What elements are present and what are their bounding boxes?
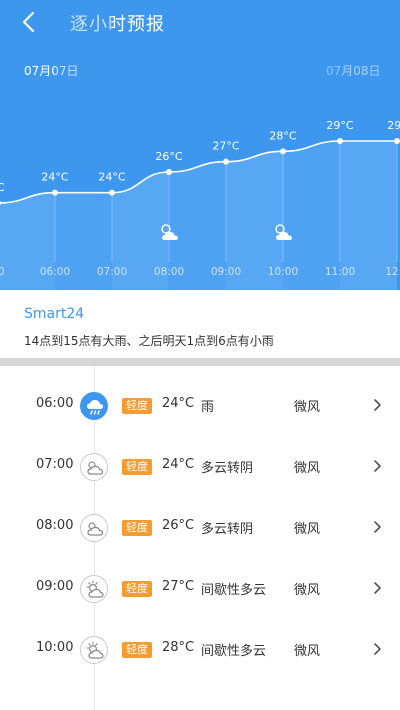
row-temperature: 24°C [162,396,195,411]
hourly-list: 06:00 轻度 24°C 雨 微风 07:00 轻度 24°C 多云转阴 微风 [0,366,400,710]
x-tick-label: 11:00 [325,266,355,278]
aqi-badge: 轻度 [122,520,152,536]
partly-cloudy-icon [80,575,108,603]
chevron-right-icon [374,399,381,411]
data-label: 26°C [155,150,182,163]
row-wind: 微风 [294,522,321,537]
smart24-summary: Smart24 14点到15点有大雨、之后明天1点到6点有小雨 [0,290,400,358]
row-temperature: 26°C [162,518,195,533]
chart-band [55,0,112,290]
hourly-chart-panel: 逐小时预报 07月07日 07月08日 °C0024°C06:0024°C07:… [0,0,400,290]
data-label: 29° [387,119,400,132]
rain-icon [80,392,108,420]
row-time: 06:00 [36,396,74,411]
data-point [52,189,58,196]
data-point [109,189,115,196]
cloudy-icon [80,514,108,542]
temperature-chart: °C 00 24°C 06:00 24°C 07:00 26°C 08:00 27°C 09:00… [0,0,400,290]
x-tick-label: 10:00 [268,266,298,278]
chevron-right-icon [374,643,381,655]
aqi-badge: 轻度 [122,642,152,658]
summary-text: 14点到15点有大雨、之后明天1点到6点有小雨 [24,334,274,348]
row-time: 09:00 [36,579,74,594]
row-condition: 多云转阴 [201,461,254,476]
summary-title: Smart24 [24,306,85,322]
row-condition: 雨 [201,400,215,415]
row-temperature: 28°C [162,640,195,655]
partly-cloudy-icon [80,636,108,664]
x-tick-label: 06:00 [40,266,70,278]
row-wind: 微风 [294,583,321,598]
data-label: 29°C [326,119,353,132]
hourly-row[interactable]: 10:00 轻度 28°C 间歇性多云 微风 [0,620,400,680]
row-wind: 微风 [294,644,321,659]
hourly-row[interactable]: 09:00 轻度 27°C 间歇性多云 微风 [0,559,400,619]
data-point [394,138,400,144]
row-time: 08:00 [36,518,74,533]
hourly-row[interactable]: 06:00 轻度 24°C 雨 微风 [0,376,400,436]
x-tick-label: 12:0 [385,266,400,278]
row-condition: 间歇性多云 [201,583,267,598]
data-point [223,158,229,165]
hourly-row[interactable]: 08:00 轻度 26°C 多云转阴 微风 [0,498,400,558]
row-temperature: 27°C [162,579,195,594]
data-point [337,138,343,144]
row-wind: 微风 [294,400,321,415]
data-label: 24°C [41,171,68,184]
row-temperature: 24°C [162,457,195,472]
row-wind: 微风 [294,461,321,476]
aqi-badge: 轻度 [122,581,152,597]
row-condition: 多云转阴 [201,522,254,537]
hourly-row[interactable]: 07:00 轻度 24°C 多云转阴 微风 [0,437,400,497]
row-time: 07:00 [36,457,74,472]
section-divider [0,358,400,366]
aqi-badge: 轻度 [122,398,152,414]
row-condition: 间歇性多云 [201,644,267,659]
data-point [166,169,172,175]
aqi-badge: 轻度 [122,459,152,475]
x-tick-label: 09:00 [211,266,241,278]
data-label: 24°C [98,171,125,184]
x-tick-label: 07:00 [97,266,127,278]
data-label: °C [0,181,5,194]
data-point [280,148,286,155]
chevron-right-icon [374,582,381,594]
chevron-right-icon [374,460,381,472]
data-label: 28°C [269,129,296,142]
chart-band [283,0,340,290]
data-label: 27°C [212,140,239,153]
x-tick-label: 00 [0,266,5,278]
chevron-right-icon [374,521,381,533]
row-time: 10:00 [36,640,74,655]
cloudy-icon [80,453,108,481]
x-tick-label: 08:00 [154,266,184,278]
